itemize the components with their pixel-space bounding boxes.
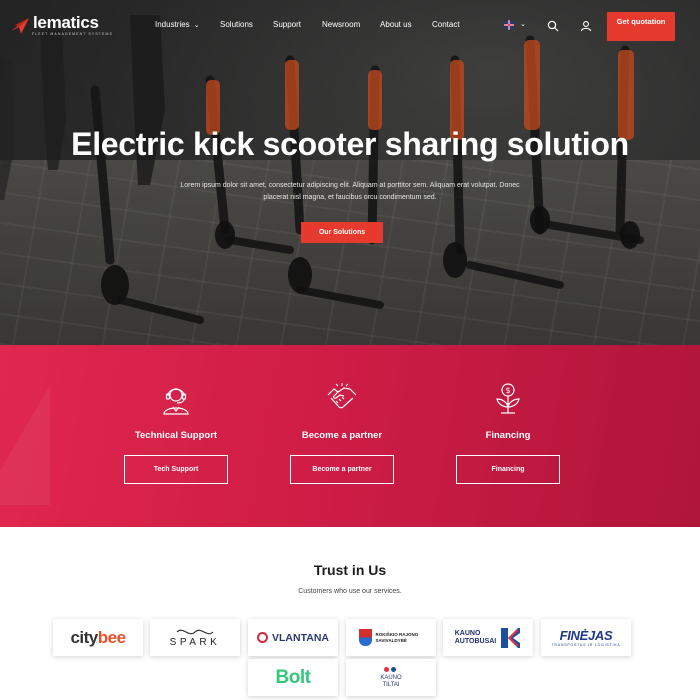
svg-text:$: $: [505, 386, 510, 395]
trust-title: Trust in Us: [313, 562, 387, 578]
nav-industries-label: Industries: [155, 20, 190, 29]
kauno-tiltai-dots-icon: [384, 666, 398, 675]
kauno-tiltai-wordmark: KAUNO TILTAI: [380, 674, 402, 688]
top-navigation: lematics FLEET MANAGEMENT SYSTEMS Indust…: [0, 0, 700, 52]
kauno-autobusai-wordmark: KAUNO AUTOBUSAI: [454, 629, 497, 645]
nav-contact[interactable]: Contact: [432, 20, 460, 29]
financing-button[interactable]: Financing: [456, 455, 560, 484]
handshake-icon: [327, 383, 357, 409]
tech-support-button[interactable]: Tech Support: [124, 455, 228, 484]
hero-description: Lorem ipsum dolor sit amet, consectetur …: [180, 182, 520, 201]
vlantana-ring-icon: [257, 632, 269, 643]
get-quotation-button[interactable]: Get quotation: [607, 12, 675, 41]
logo-citybee[interactable]: citybee: [53, 619, 143, 656]
lematics-arrow-icon: [11, 18, 29, 34]
language-chevron-down-icon[interactable]: ⌄: [520, 20, 526, 28]
logo-rokiskio[interactable]: ROKIŠKIO RAJONO SAVIVALDYBĖ: [346, 619, 436, 656]
brand-name: lematics: [33, 13, 99, 32]
logo-finejas[interactable]: FINĖJAS TRANSPORTAS IR LOGISTIKA: [541, 619, 631, 656]
money-plant-icon: $: [496, 383, 520, 414]
service-title: Financing: [485, 430, 531, 441]
logo-kauno-autobusai[interactable]: KAUNO AUTOBUSAI: [443, 619, 533, 656]
nav-about-us[interactable]: About us: [380, 20, 412, 29]
logo-kauno-tiltai[interactable]: KAUNO TILTAI: [346, 659, 436, 696]
our-solutions-button[interactable]: Our Solutions: [301, 222, 383, 243]
trust-subtitle: Customers who use our services.: [298, 588, 402, 595]
nav-industries[interactable]: Industries ⌄: [155, 20, 200, 29]
spark-wave-icon: [176, 629, 214, 635]
user-icon[interactable]: [580, 20, 592, 32]
logo-spark[interactable]: SPARK: [150, 619, 240, 656]
logo-bolt[interactable]: Bolt: [248, 659, 338, 696]
logo-vlantana[interactable]: VLANTANA: [248, 619, 338, 656]
spark-wordmark: SPARK: [169, 637, 221, 648]
uk-flag-icon[interactable]: [504, 20, 514, 30]
headset-agent-icon: [163, 388, 189, 415]
search-icon[interactable]: [547, 20, 559, 32]
services-section: Technical Support Tech Support Become a …: [0, 345, 700, 527]
hero-title: Electric kick scooter sharing solution: [71, 126, 629, 162]
service-title: Technical Support: [134, 430, 218, 441]
brand-tagline: FLEET MANAGEMENT SYSTEMS: [32, 32, 113, 36]
finejas-wordmark: FINĖJAS: [559, 628, 613, 643]
coat-of-arms-icon: [358, 629, 372, 646]
citybee-wordmark: citybee: [70, 627, 126, 647]
vlantana-wordmark: VLANTANA: [257, 632, 329, 644]
decorative-triangle: [0, 385, 50, 505]
service-title: Become a partner: [301, 430, 383, 441]
nav-solutions[interactable]: Solutions: [220, 20, 253, 29]
brand-logo[interactable]: lematics FLEET MANAGEMENT SYSTEMS: [10, 13, 112, 36]
finejas-tagline: TRANSPORTAS IR LOGISTIKA: [551, 643, 621, 647]
kauno-k-icon: [501, 627, 521, 648]
become-partner-button[interactable]: Become a partner: [290, 455, 394, 484]
bolt-wordmark: Bolt: [275, 666, 311, 688]
rokiskio-wordmark: ROKIŠKIO RAJONO SAVIVALDYBĖ: [375, 631, 419, 643]
hero-section: lematics FLEET MANAGEMENT SYSTEMS Indust…: [0, 0, 700, 345]
chevron-down-icon: ⌄: [193, 22, 200, 29]
nav-support[interactable]: Support: [273, 20, 301, 29]
nav-newsroom[interactable]: Newsroom: [322, 20, 360, 29]
